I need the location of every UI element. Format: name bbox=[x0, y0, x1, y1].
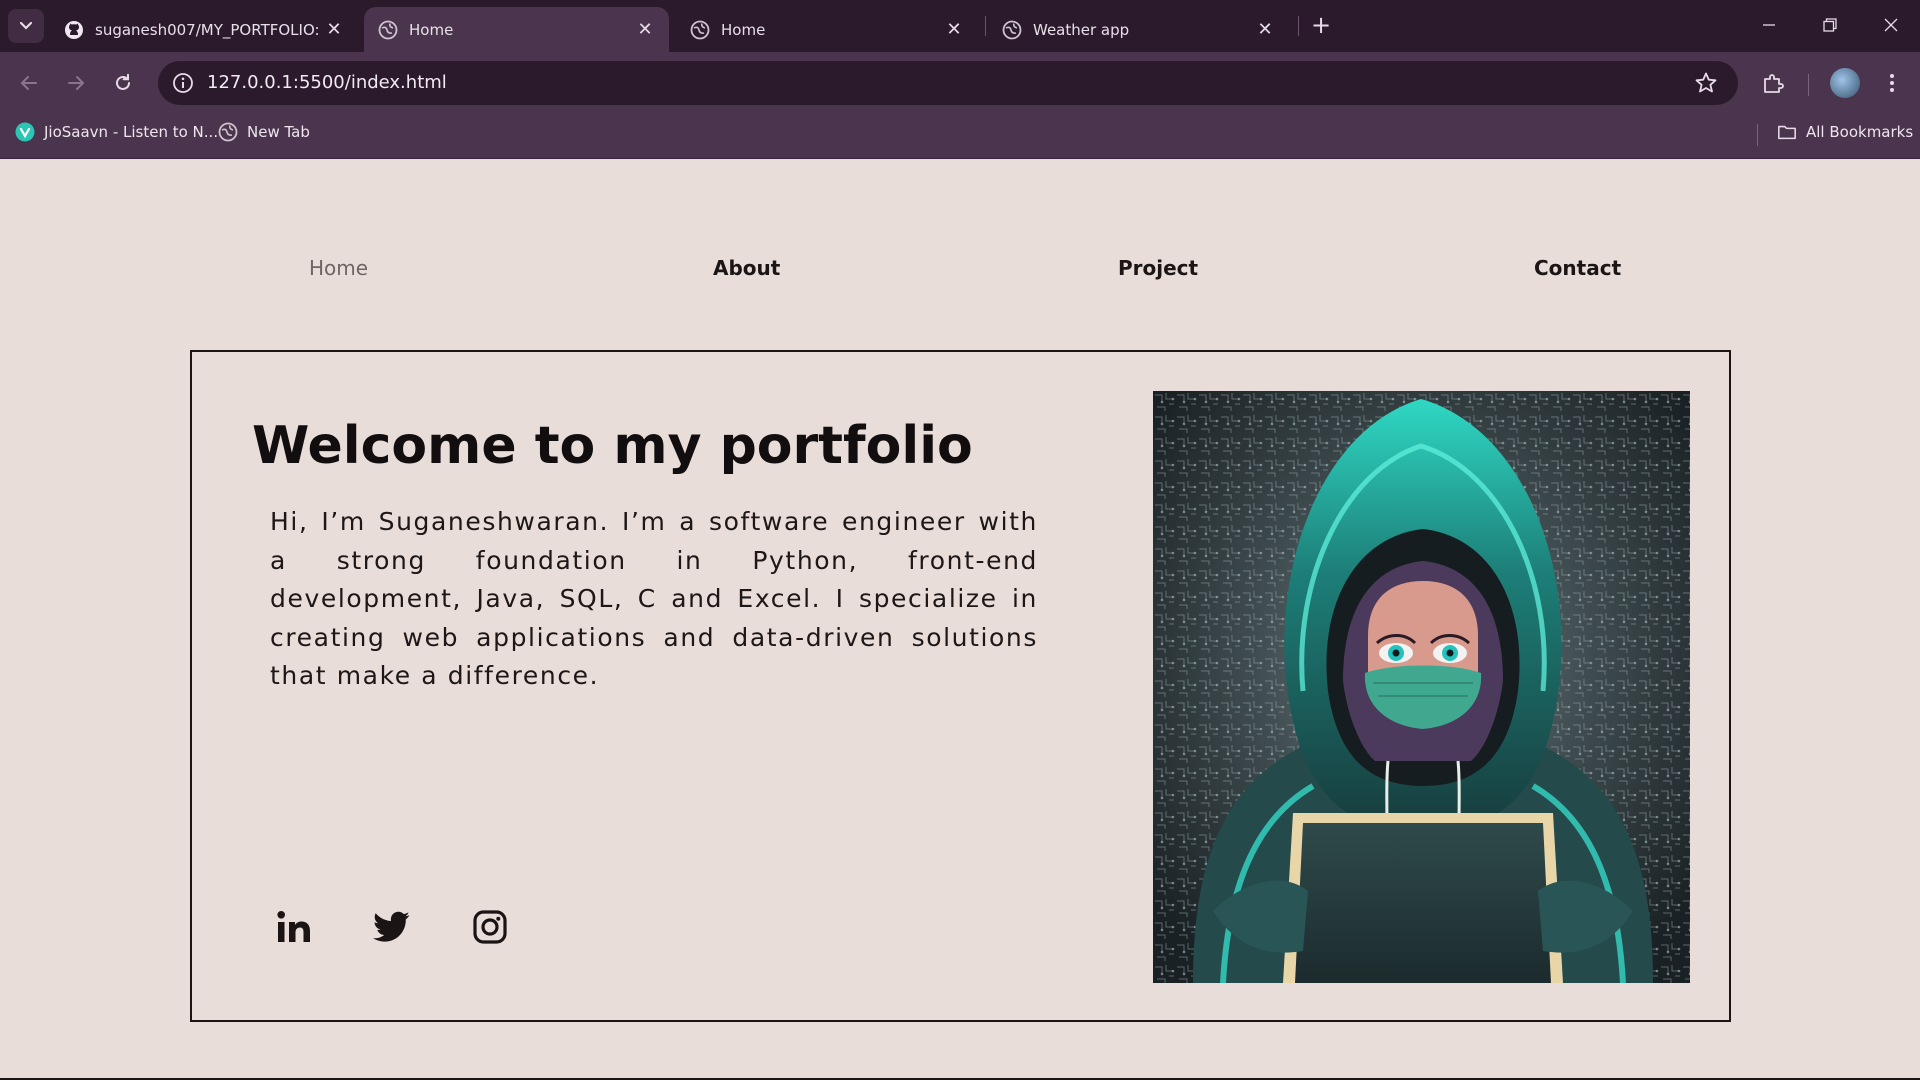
close-icon[interactable]: ✕ bbox=[324, 19, 344, 40]
minimize-button[interactable] bbox=[1754, 10, 1784, 40]
info-icon[interactable] bbox=[172, 72, 194, 94]
nav-project[interactable]: Project bbox=[1118, 256, 1198, 280]
tab-separator bbox=[1298, 16, 1299, 36]
bookmark-jiosaavn[interactable]: JioSaavn - Listen to N... bbox=[15, 122, 218, 142]
kebab-menu-icon bbox=[1890, 74, 1894, 92]
page-title: Welcome to my portfolio bbox=[252, 416, 973, 476]
forward-button[interactable] bbox=[61, 68, 91, 98]
nav-about[interactable]: About bbox=[713, 256, 780, 280]
close-icon[interactable]: ✕ bbox=[944, 19, 964, 40]
tab-title: Home bbox=[409, 20, 454, 39]
browser-toolbar: 127.0.0.1:5500/index.html bbox=[0, 52, 1920, 112]
jiosaavn-icon bbox=[15, 122, 35, 142]
folder-icon bbox=[1777, 122, 1797, 142]
tab-home[interactable]: Home ✕ bbox=[676, 7, 978, 52]
close-icon[interactable]: ✕ bbox=[1255, 19, 1275, 40]
hero-illustration bbox=[1153, 391, 1690, 983]
address-bar[interactable]: 127.0.0.1:5500/index.html bbox=[158, 61, 1738, 105]
instagram-link[interactable] bbox=[470, 907, 510, 947]
tab-strip: suganesh007/MY_PORTFOLIO: 💻 ✕ Home ✕ Hom… bbox=[0, 0, 1920, 52]
globe-icon bbox=[378, 20, 398, 40]
bookmarks-bar: JioSaavn - Listen to N... New Tab All Bo… bbox=[0, 112, 1920, 159]
instagram-icon bbox=[473, 910, 507, 944]
profile-avatar[interactable] bbox=[1830, 68, 1860, 98]
restore-button[interactable] bbox=[1815, 10, 1845, 40]
all-bookmarks-button[interactable]: All Bookmarks bbox=[1777, 122, 1913, 142]
arrow-left-icon bbox=[20, 76, 37, 90]
tab-home-active[interactable]: Home ✕ bbox=[364, 7, 669, 52]
bookmarks-separator bbox=[1757, 124, 1758, 146]
url-text[interactable]: 127.0.0.1:5500/index.html bbox=[207, 72, 447, 93]
hero-card: Welcome to my portfolio Hi, I’m Suganesh… bbox=[190, 350, 1731, 1022]
close-icon[interactable]: ✕ bbox=[635, 19, 655, 40]
tab-search-button[interactable] bbox=[8, 9, 44, 43]
twitter-link[interactable] bbox=[372, 907, 412, 947]
star-icon[interactable] bbox=[1694, 71, 1718, 95]
tab-separator bbox=[985, 16, 986, 36]
close-window-button[interactable] bbox=[1876, 10, 1906, 40]
linkedin-link[interactable] bbox=[274, 907, 314, 947]
reload-icon bbox=[116, 73, 130, 90]
globe-icon bbox=[1002, 20, 1022, 40]
arrow-right-icon bbox=[68, 76, 85, 90]
chevron-down-icon bbox=[19, 21, 33, 30]
tab-title: suganesh007/MY_PORTFOLIO: 💻 bbox=[95, 20, 324, 39]
hooded-hacker-illustration bbox=[1153, 391, 1690, 983]
tab-title: Weather app bbox=[1033, 20, 1130, 39]
intro-text: Hi, I’m Suganeshwaran. I’m a software en… bbox=[270, 507, 1038, 690]
bookmark-label: New Tab bbox=[247, 123, 310, 141]
portfolio-page: Home About Project Contact Welcome to my… bbox=[0, 159, 1920, 1080]
toolbar-separator bbox=[1808, 74, 1809, 96]
github-icon bbox=[64, 20, 84, 40]
nav-contact[interactable]: Contact bbox=[1534, 256, 1621, 280]
restore-icon bbox=[1823, 18, 1837, 32]
nav-home[interactable]: Home bbox=[309, 256, 368, 280]
reload-button[interactable] bbox=[108, 68, 138, 98]
new-tab-button[interactable]: + bbox=[1308, 12, 1334, 38]
puzzle-icon bbox=[1764, 74, 1784, 93]
tab-weather[interactable]: Weather app ✕ bbox=[988, 7, 1289, 52]
tab-title: Home bbox=[721, 20, 766, 39]
bookmark-new-tab[interactable]: New Tab bbox=[218, 122, 310, 142]
close-icon bbox=[1884, 18, 1898, 32]
back-button[interactable] bbox=[14, 68, 44, 98]
twitter-icon bbox=[373, 911, 410, 942]
globe-icon bbox=[218, 122, 238, 142]
menu-button[interactable] bbox=[1877, 68, 1907, 98]
tab-github[interactable]: suganesh007/MY_PORTFOLIO: 💻 ✕ bbox=[50, 7, 358, 52]
all-bookmarks-label: All Bookmarks bbox=[1806, 123, 1914, 141]
bookmark-label: JioSaavn - Listen to N... bbox=[44, 123, 219, 141]
extensions-button[interactable] bbox=[1758, 68, 1788, 98]
globe-icon bbox=[690, 20, 710, 40]
minimize-icon bbox=[1763, 24, 1775, 26]
linkedin-icon bbox=[277, 911, 310, 942]
